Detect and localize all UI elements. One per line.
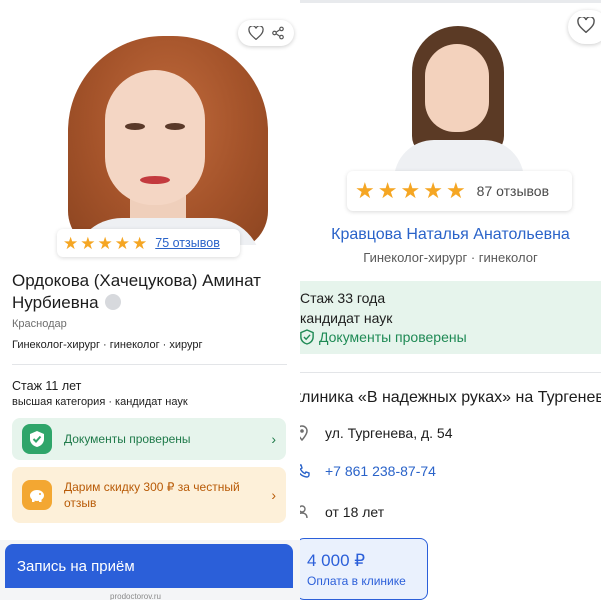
price-label: Оплата в клинике — [307, 574, 406, 588]
heart-icon[interactable] — [577, 15, 595, 38]
share-icon[interactable] — [271, 26, 285, 40]
top-divider — [300, 0, 601, 3]
location-pin-icon — [300, 425, 310, 441]
photo-eye — [125, 123, 145, 130]
photo-coat — [394, 140, 524, 172]
left-doctor-card: ★ ★ ★ ★ ★ 75 отзывов Ордокова (Хачецуков… — [0, 0, 300, 600]
chevron-right-icon: › — [271, 487, 276, 503]
chevron-right-icon: › — [271, 431, 276, 447]
star-icon: ★ — [445, 178, 466, 203]
star-icon: ★ — [400, 178, 421, 203]
piggy-bank-icon — [22, 480, 52, 510]
documents-verified-text: Документы проверены — [64, 432, 191, 446]
reviews-link[interactable]: 75 отзывов — [155, 236, 220, 250]
discount-banner[interactable]: Дарим скидку 300 ₽ за честный отзыв › — [12, 467, 286, 523]
doctor-name[interactable]: Кравцова Наталья Анатольевна — [300, 226, 601, 244]
star-icon: ★ — [132, 233, 148, 253]
discount-text: Дарим скидку 300 ₽ за честный отзыв — [64, 480, 240, 510]
photo-eye — [165, 123, 185, 130]
person-icon — [300, 505, 310, 519]
rating-badge: ★ ★ ★ ★ ★ 87 отзывов — [347, 171, 572, 211]
clinic-title[interactable]: клиника «В надежных руках» на Тургеневa — [300, 389, 601, 407]
star-icon: ★ — [114, 233, 130, 253]
experience: Стаж 11 лет — [12, 379, 82, 393]
divider — [12, 364, 287, 365]
phone-row[interactable]: +7 861 238-87-74 — [300, 463, 436, 479]
doctor-name-text: Ордокова (Хачецукова) Аминат Нурбиевна — [12, 271, 261, 312]
star-icon: ★ — [97, 233, 113, 253]
favorite-share-box — [238, 20, 294, 46]
photo-face — [105, 70, 205, 205]
book-appointment-button[interactable]: Запись на приём — [5, 544, 293, 588]
documents-verified: Документы проверены — [300, 329, 467, 345]
star-icon: ★ — [63, 233, 79, 253]
qualifications: высшая категория · кандидат наук — [12, 396, 188, 408]
address-text: ул. Тургенева, д. 54 — [325, 425, 453, 441]
favorite-button[interactable] — [568, 10, 601, 44]
right-doctor-card: ★ ★ ★ ★ ★ 87 отзывов Кравцова Наталья Ан… — [300, 0, 601, 600]
shield-check-icon — [300, 329, 314, 345]
experience: Стаж 33 года — [300, 290, 386, 306]
award-badge-icon — [105, 294, 122, 310]
city: Краснодар — [12, 318, 67, 330]
doctor-photo — [390, 22, 530, 172]
phone-number[interactable]: +7 861 238-87-74 — [325, 463, 436, 479]
documents-verified-banner[interactable]: Документы проверены › — [12, 418, 286, 460]
price-option[interactable]: 4 000 ₽ Оплата в клинике — [300, 538, 428, 600]
star-icon: ★ — [377, 178, 398, 203]
star-icon: ★ — [355, 178, 375, 203]
degree: кандидат наук — [300, 310, 393, 326]
photo-lips — [140, 176, 170, 184]
doctor-name: Ордокова (Хачецукова) Аминат Нурбиевна — [12, 270, 292, 314]
age-text: от 18 лет — [325, 504, 385, 520]
divider — [300, 372, 601, 373]
phone-icon — [300, 464, 310, 478]
reviews-count[interactable]: 87 отзывов — [477, 183, 549, 199]
shield-check-icon — [22, 424, 52, 454]
site-url: prodoctorov.ru — [110, 592, 161, 600]
price-value: 4 000 ₽ — [307, 551, 366, 570]
specialties: Гинеколог-хирург · гинеколог · хирург — [12, 339, 203, 351]
star-icon: ★ — [80, 233, 96, 253]
age-row: от 18 лет — [300, 504, 384, 520]
specialties: Гинеколог-хирург · гинеколог — [363, 250, 538, 265]
address-row: ул. Тургенева, д. 54 — [300, 425, 453, 441]
rating-badge: ★ ★ ★ ★ ★ 75 отзывов — [57, 229, 240, 257]
documents-verified-text: Документы проверены — [319, 329, 467, 345]
photo-face — [425, 44, 489, 132]
heart-icon[interactable] — [247, 26, 264, 40]
star-icon: ★ — [423, 178, 443, 203]
